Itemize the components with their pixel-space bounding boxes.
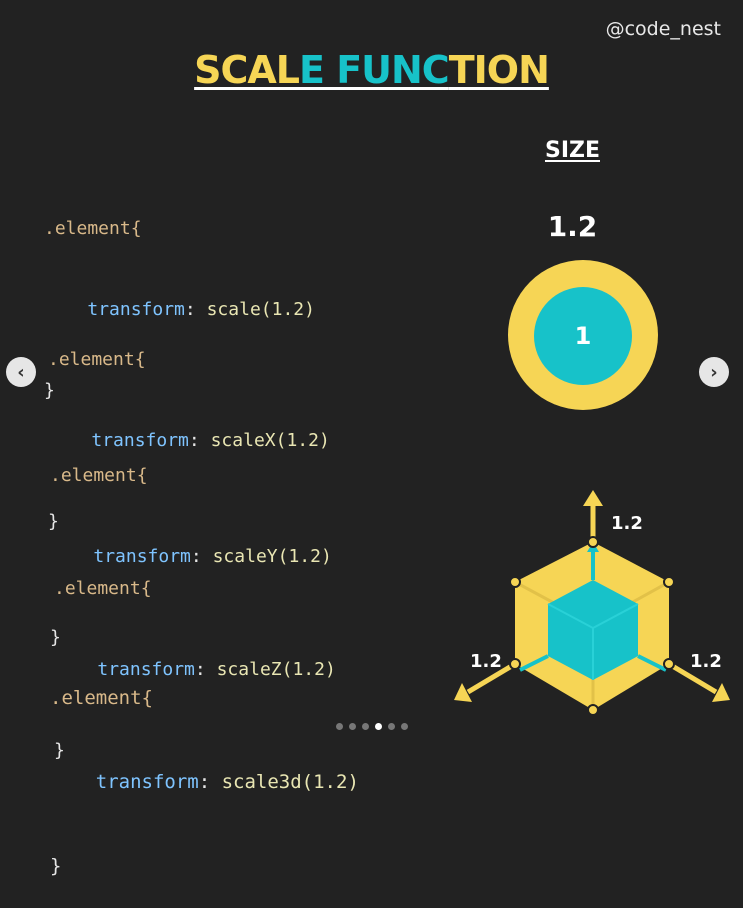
title-part-3: TION — [448, 48, 550, 92]
carousel-dot[interactable] — [374, 723, 382, 730]
vertex-dot — [587, 536, 599, 548]
code-block-scale3d: .element{ transform: scale3d(1.2) } — [50, 687, 359, 877]
code-property: transform — [95, 771, 199, 793]
code-selector: .element{ — [50, 465, 148, 486]
vertex-dot — [587, 704, 599, 716]
arrowhead-up — [583, 490, 603, 506]
vertex-dot — [663, 658, 675, 670]
code-close-brace: } — [50, 855, 62, 877]
carousel-indicator — [0, 723, 743, 730]
vertex-dot — [509, 576, 521, 588]
carousel-dot[interactable] — [348, 723, 356, 730]
code-function: scale3d(1.2) — [221, 771, 359, 793]
carousel-dot[interactable] — [400, 723, 408, 730]
handle: @code_nest — [605, 18, 721, 40]
chevron-right-icon: › — [710, 361, 718, 383]
next-button[interactable]: › — [699, 357, 729, 387]
title-part-2: E FUNC — [299, 48, 450, 92]
original-value: 1 — [574, 322, 592, 350]
page-title: SCALE FUNCTION — [0, 48, 743, 92]
prev-button[interactable]: ‹ — [6, 357, 36, 387]
size-scaled-value: 1.2 — [547, 210, 598, 243]
title-part-1: SCAL — [194, 48, 300, 92]
chevron-left-icon: ‹ — [17, 361, 25, 383]
code-selector: .element{ — [54, 578, 152, 599]
axis-label-top: 1.2 — [611, 513, 643, 534]
carousel-dot[interactable] — [335, 723, 343, 730]
original-circle: 1 — [534, 287, 632, 385]
size-label: SIZE — [544, 138, 600, 163]
axis-label-left: 1.2 — [470, 651, 502, 672]
code-selector: .element{ — [48, 349, 146, 370]
carousel-dot[interactable] — [387, 723, 395, 730]
code-selector: .element{ — [44, 218, 142, 239]
carousel-dot[interactable] — [361, 723, 369, 730]
vertex-dot — [663, 576, 675, 588]
code-selector: .element{ — [50, 687, 153, 709]
axis-label-right: 1.2 — [690, 651, 722, 672]
scale3d-diagram: 1.2 1.2 1.2 — [454, 490, 730, 716]
vertex-dot — [509, 658, 521, 670]
